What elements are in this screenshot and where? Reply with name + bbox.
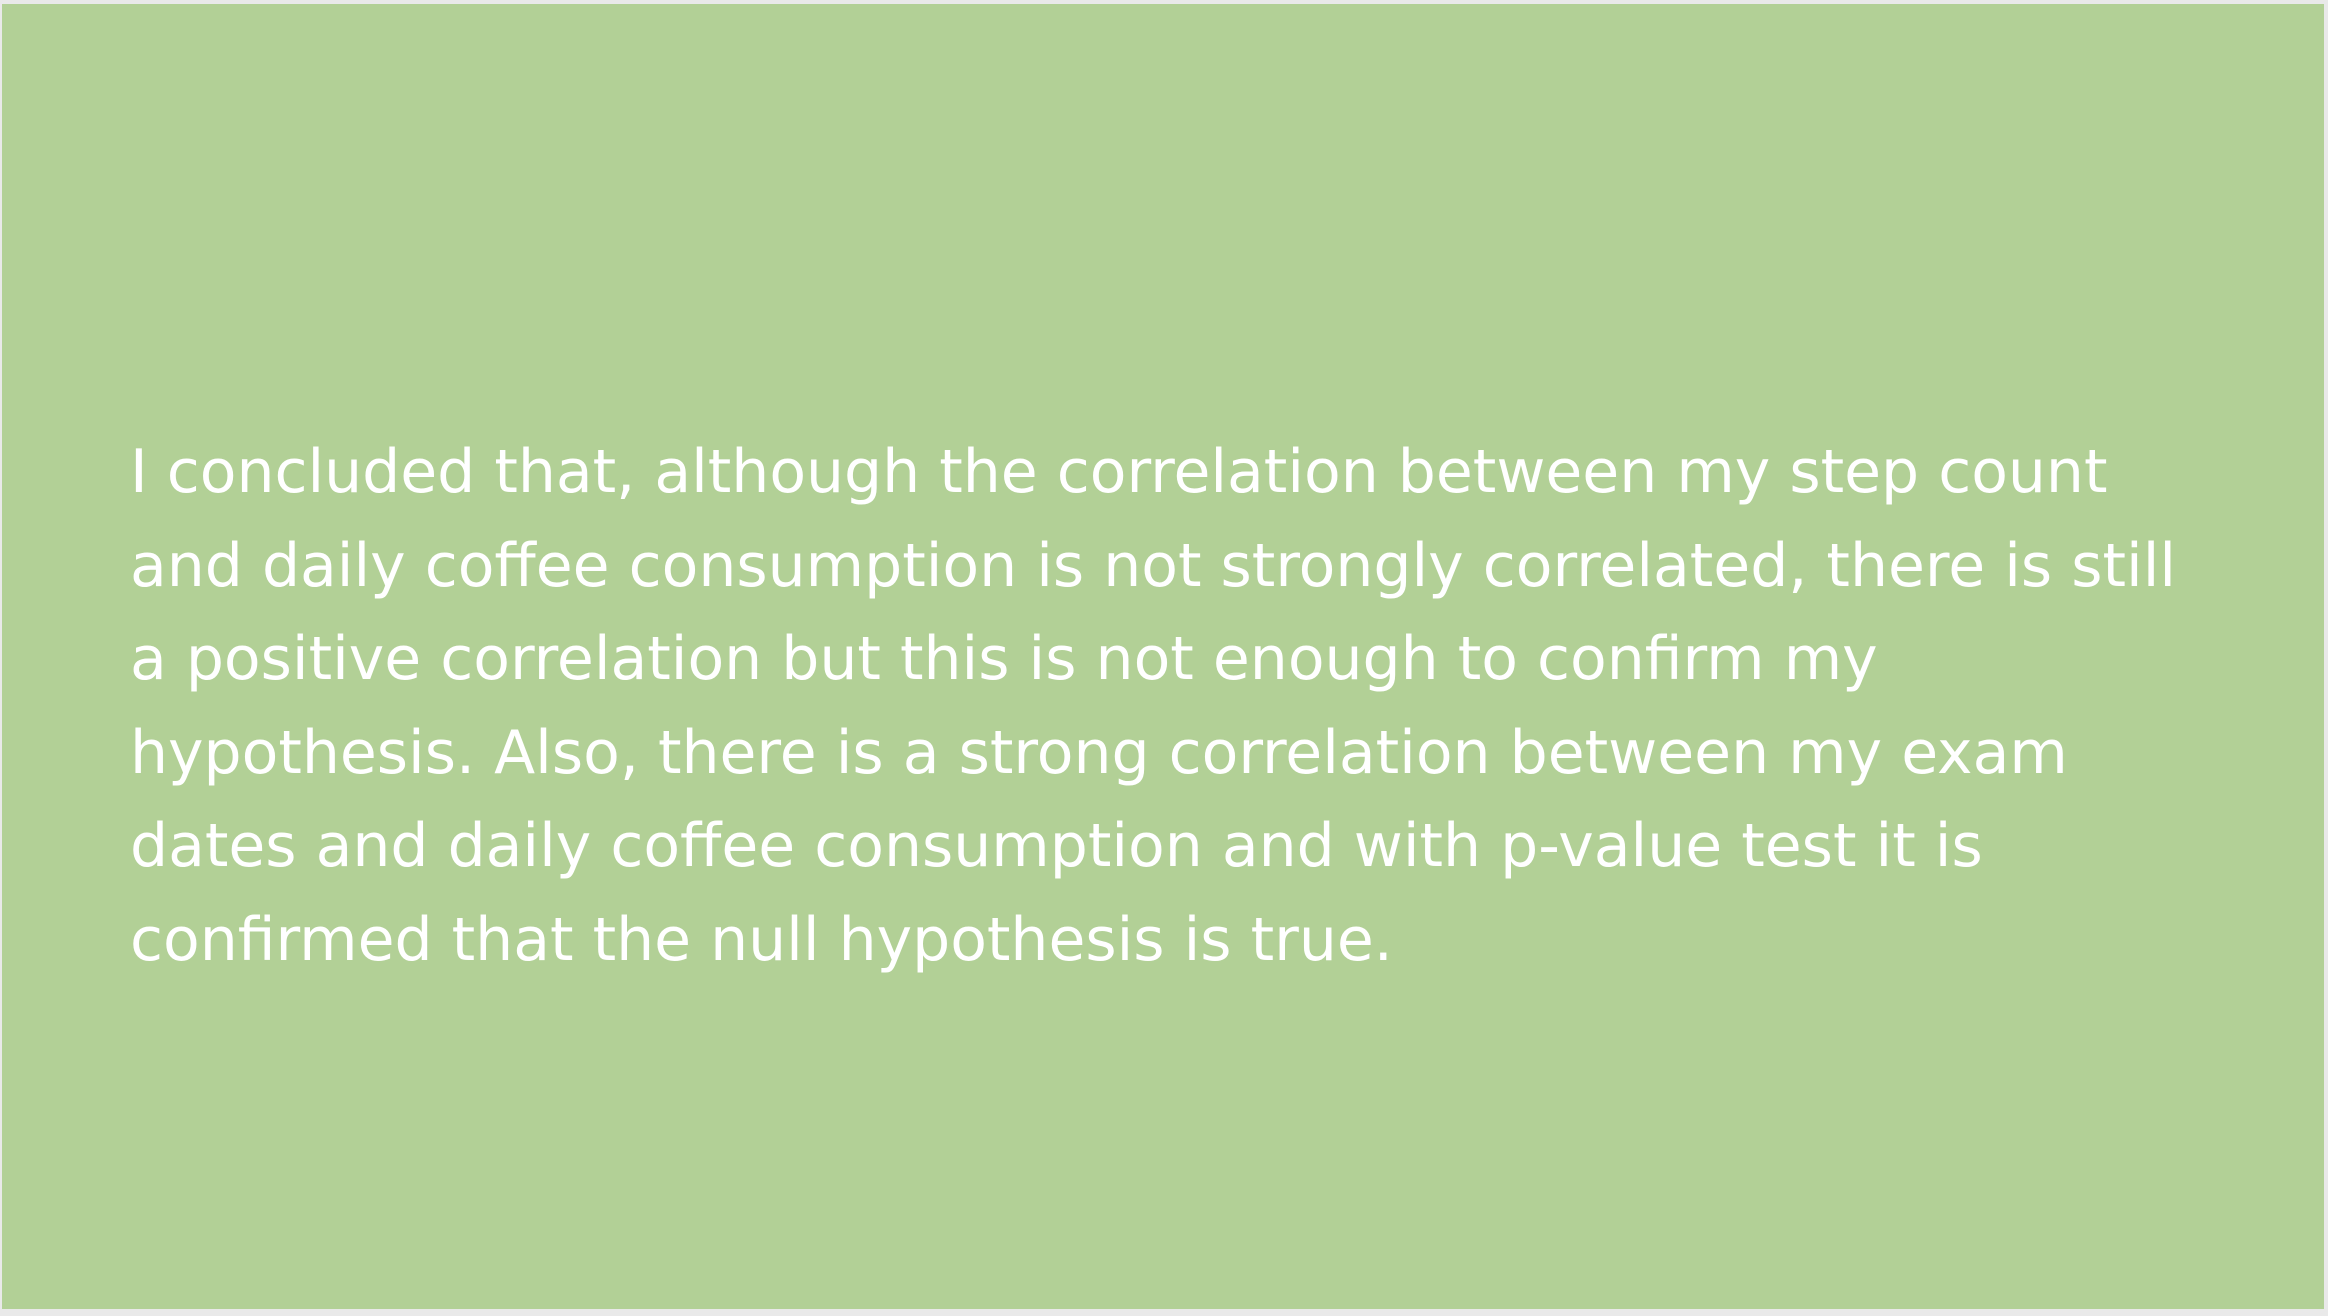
slide: I concluded that, although the correlati… — [2, 4, 2324, 1309]
body-line: confirmed that the null hypothesis is tr… — [130, 904, 1393, 975]
body-line: I concluded that, although the correlati… — [130, 437, 2108, 507]
body-line: hypothesis. Also, there is a strong corr… — [130, 717, 2068, 788]
body-line: dates and daily coffee consumption and w… — [130, 811, 1983, 881]
body-line: and daily coffee consumption is not stro… — [130, 530, 2177, 601]
body-line: a positive correlation but this is not e… — [130, 624, 1878, 694]
presentation-viewport: I concluded that, although the correlati… — [0, 0, 2328, 1316]
slide-body-text[interactable]: I concluded that, although the correlati… — [130, 426, 2300, 987]
